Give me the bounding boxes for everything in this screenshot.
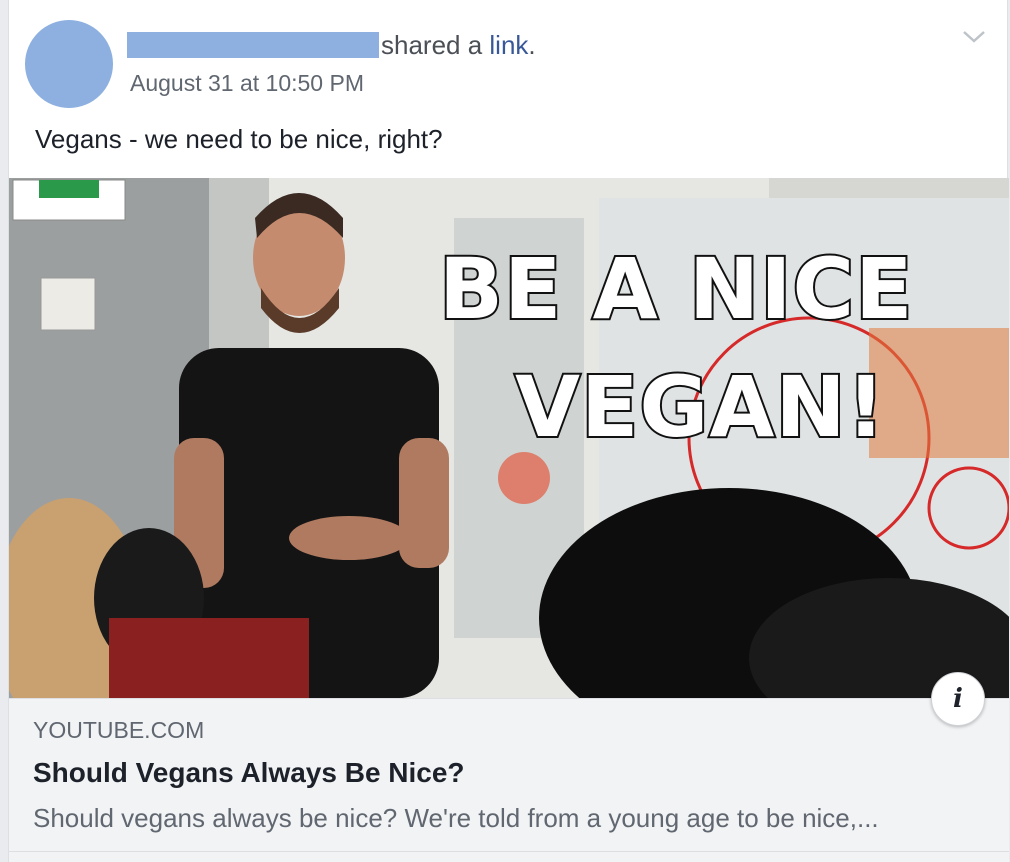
shared-link[interactable]: link	[489, 30, 528, 60]
link-thumbnail[interactable]: BE A NICE VEGAN!	[9, 178, 1009, 698]
link-description: Should vegans always be nice? We're told…	[33, 803, 879, 833]
thumbnail-caption-line-2: VEGAN!	[513, 356, 887, 458]
post-action-line: shared a link.	[381, 30, 536, 61]
chevron-down-icon[interactable]	[961, 26, 987, 48]
link-preview[interactable]: YOUTUBE.COM Should Vegans Always Be Nice…	[9, 698, 1009, 862]
action-suffix: .	[528, 30, 536, 60]
author-name-redacted[interactable]	[127, 32, 379, 58]
link-title[interactable]: Should Vegans Always Be Nice?	[33, 757, 465, 789]
feed-post-card: shared a link. August 31 at 10:50 PM Veg…	[8, 0, 1009, 862]
post-message: Vegans - we need to be nice, right?	[35, 124, 443, 154]
link-domain: YOUTUBE.COM	[33, 717, 205, 743]
action-prefix: shared a	[381, 30, 490, 60]
post-timestamp[interactable]: August 31 at 10:50 PM	[130, 70, 364, 97]
info-icon[interactable]: i	[931, 672, 985, 726]
author-avatar[interactable]	[25, 20, 113, 108]
thumbnail-caption-line-1: BE A NICE	[437, 238, 914, 340]
divider	[9, 851, 1009, 852]
